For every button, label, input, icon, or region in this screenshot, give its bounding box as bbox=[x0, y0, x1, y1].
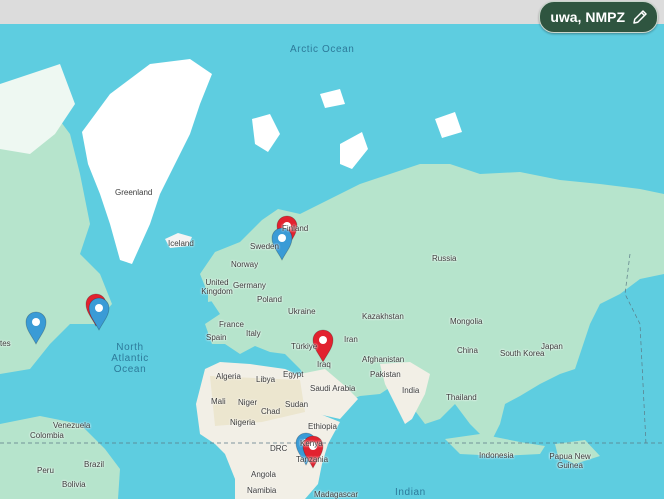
country-label-china: China bbox=[457, 346, 478, 355]
country-label-greenland: Greenland bbox=[115, 188, 153, 197]
country-label-uk: United Kingdom bbox=[201, 278, 233, 296]
world-map[interactable]: Arctic Ocean North Atlantic Ocean Indian… bbox=[0, 24, 664, 499]
country-label-afghanistan: Afghanistan bbox=[362, 355, 405, 364]
country-label-india: India bbox=[402, 386, 420, 395]
country-label-brazil: Brazil bbox=[84, 460, 105, 469]
country-label-madagascar: Madagascar bbox=[314, 490, 359, 499]
ocean-label-north-atlantic: North Atlantic Ocean bbox=[111, 342, 149, 375]
country-label-spain: Spain bbox=[206, 333, 227, 342]
ocean-label-arctic: Arctic Ocean bbox=[290, 44, 355, 55]
country-label-venezuela: Venezuela bbox=[53, 421, 91, 430]
country-label-nigeria: Nigeria bbox=[230, 418, 256, 427]
country-label-iceland: Iceland bbox=[168, 239, 194, 248]
country-label-thailand: Thailand bbox=[446, 393, 477, 402]
country-label-south-korea: South Korea bbox=[500, 349, 545, 358]
country-label-japan: Japan bbox=[541, 342, 563, 351]
country-label-italy: Italy bbox=[246, 329, 261, 338]
country-label-bolivia: Bolivia bbox=[62, 480, 86, 489]
country-label-sweden: Sweden bbox=[250, 242, 279, 251]
country-label-drc: DRC bbox=[270, 444, 288, 453]
country-label-angola: Angola bbox=[251, 470, 276, 479]
country-label-mali: Mali bbox=[211, 397, 226, 406]
user-badge-label: uwa, NMPZ bbox=[550, 9, 625, 25]
country-label-algeria: Algeria bbox=[216, 372, 241, 381]
country-label-namibia: Namibia bbox=[247, 486, 277, 495]
country-label-iraq: Iraq bbox=[317, 360, 331, 369]
country-label-turkiye: Türkiye bbox=[291, 342, 318, 351]
pencil-icon[interactable] bbox=[631, 8, 649, 26]
country-label-libya: Libya bbox=[256, 375, 276, 384]
country-label-kazakhstan: Kazakhstan bbox=[362, 312, 404, 321]
country-label-indonesia: Indonesia bbox=[479, 451, 514, 460]
country-label-france: France bbox=[219, 320, 244, 329]
country-label-saudi: Saudi Arabia bbox=[310, 384, 356, 393]
country-label-states-partial: tes bbox=[0, 339, 11, 348]
country-label-mongolia: Mongolia bbox=[450, 317, 483, 326]
user-badge[interactable]: uwa, NMPZ bbox=[539, 1, 658, 33]
country-label-colombia: Colombia bbox=[30, 431, 64, 440]
country-label-iran: Iran bbox=[344, 335, 358, 344]
country-label-papua: Papua New Guinea bbox=[549, 452, 591, 470]
country-label-tanzania: Tanzania bbox=[296, 455, 329, 464]
country-label-ethiopia: Ethiopia bbox=[308, 422, 337, 431]
country-label-norway: Norway bbox=[231, 260, 259, 269]
country-label-germany: Germany bbox=[233, 281, 266, 290]
ocean-label-indian: Indian bbox=[395, 487, 426, 498]
country-label-niger: Niger bbox=[238, 398, 258, 407]
country-label-poland: Poland bbox=[257, 295, 282, 304]
country-label-chad: Chad bbox=[261, 407, 281, 416]
country-label-egypt: Egypt bbox=[283, 370, 304, 379]
country-label-ukraine: Ukraine bbox=[288, 307, 316, 316]
country-label-russia: Russia bbox=[432, 254, 457, 263]
country-label-pakistan: Pakistan bbox=[370, 370, 401, 379]
country-label-peru: Peru bbox=[37, 466, 54, 475]
country-label-finland: Finland bbox=[282, 224, 309, 233]
country-label-kenya: Kenya bbox=[300, 439, 323, 448]
country-label-sudan: Sudan bbox=[285, 400, 309, 409]
